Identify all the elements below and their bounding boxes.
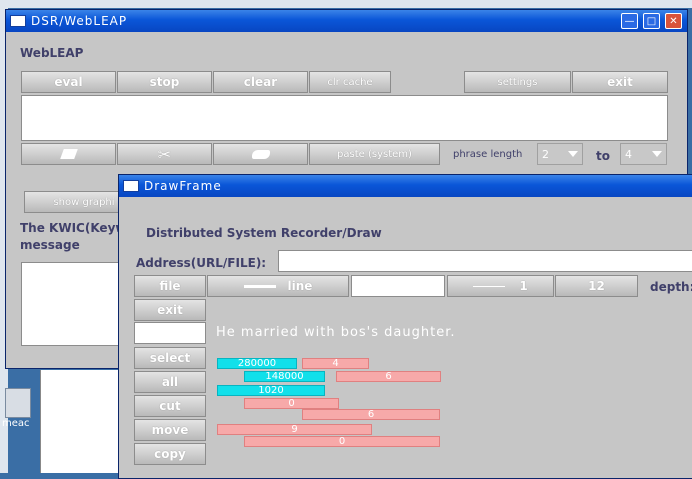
phrase-from-value: 2	[542, 147, 549, 161]
eval-button[interactable]: eval	[21, 71, 116, 93]
bar-1020[interactable]: 1020	[217, 385, 325, 396]
phrase-length-from-select[interactable]: 2	[537, 143, 583, 165]
minimize-icon[interactable]: —	[621, 13, 638, 29]
paste-icon	[251, 149, 270, 159]
app-window-icon	[123, 180, 139, 192]
background-window	[40, 370, 130, 473]
bar-148000[interactable]: 148000	[244, 371, 325, 382]
webleap-heading: WebLEAP	[20, 46, 84, 60]
clear-button[interactable]: clear	[213, 71, 308, 93]
cut-button[interactable]: ✂	[117, 143, 212, 165]
address-label: Address(URL/FILE):	[136, 256, 267, 270]
bar-6[interactable]: 6	[336, 371, 441, 382]
window-title: DSR/WebLEAP	[31, 14, 128, 28]
drawframe-heading: Distributed System Recorder/Draw	[146, 226, 382, 240]
to-label: to	[596, 149, 610, 163]
cut-button[interactable]: cut	[134, 395, 206, 417]
paste-button[interactable]	[213, 143, 308, 165]
address-field[interactable]	[278, 250, 692, 272]
all-button[interactable]: all	[134, 371, 206, 393]
copy-button[interactable]: copy	[134, 443, 206, 465]
line-width-button[interactable]: 1	[447, 275, 554, 297]
line-tool-label: line	[287, 279, 313, 293]
bar-9[interactable]: 9	[217, 424, 372, 435]
chevron-down-icon	[652, 151, 662, 157]
paste-system-button[interactable]: paste (system)	[309, 143, 440, 165]
maximize-icon[interactable]: □	[643, 13, 660, 29]
stop-button[interactable]: stop	[117, 71, 212, 93]
move-button[interactable]: move	[134, 419, 206, 441]
desktop-file-icon[interactable]	[5, 388, 31, 418]
font-size-button[interactable]: 12	[555, 275, 638, 297]
file-button[interactable]: file	[134, 275, 206, 297]
side-input-field[interactable]	[134, 322, 206, 344]
scissors-icon: ✂	[157, 144, 172, 164]
message-text-area[interactable]	[21, 262, 131, 346]
canvas-text: He married with bos's daughter.	[216, 325, 456, 340]
phrase-to-value: 4	[625, 147, 632, 161]
message-label: message	[20, 238, 80, 252]
exit-button[interactable]: exit	[134, 299, 206, 321]
bar-4[interactable]: 4	[302, 358, 369, 369]
bar-0b[interactable]: 0	[244, 436, 440, 447]
clr-cache-button[interactable]: clr cache	[309, 71, 391, 93]
exit-button[interactable]: exit	[572, 71, 668, 93]
input-text-area[interactable]	[21, 95, 668, 141]
bar-280000[interactable]: 280000	[217, 358, 297, 369]
phrase-length-label: phrase length	[453, 149, 523, 160]
depth-label: depth:	[650, 280, 692, 294]
copy-icon	[59, 149, 78, 159]
drawframe-titlebar[interactable]: DrawFrame	[119, 175, 692, 197]
bar-6b[interactable]: 6	[302, 409, 440, 420]
select-button[interactable]: select	[134, 347, 206, 369]
app-window-icon	[10, 15, 26, 27]
phrase-length-to-select[interactable]: 4	[620, 143, 667, 165]
line-icon	[243, 284, 276, 288]
text-tool-field[interactable]	[351, 275, 445, 297]
chevron-down-icon	[568, 151, 578, 157]
thin-line-icon	[473, 285, 506, 287]
close-icon[interactable]: ✕	[665, 13, 682, 29]
line-tool-button[interactable]: line	[207, 275, 349, 297]
copy-button[interactable]	[21, 143, 116, 165]
settings-button[interactable]: settings	[464, 71, 571, 93]
desktop-top-strip	[0, 0, 692, 8]
drawframe-window: DrawFrame Distributed System Recorder/Dr…	[118, 174, 692, 479]
bar-0[interactable]: 0	[244, 398, 339, 409]
desktop-icon-label[interactable]: meac	[2, 418, 30, 429]
window-title: DrawFrame	[144, 179, 222, 193]
line-width-value: 1	[519, 279, 528, 293]
webleap-titlebar[interactable]: DSR/WebLEAP	[6, 10, 687, 32]
